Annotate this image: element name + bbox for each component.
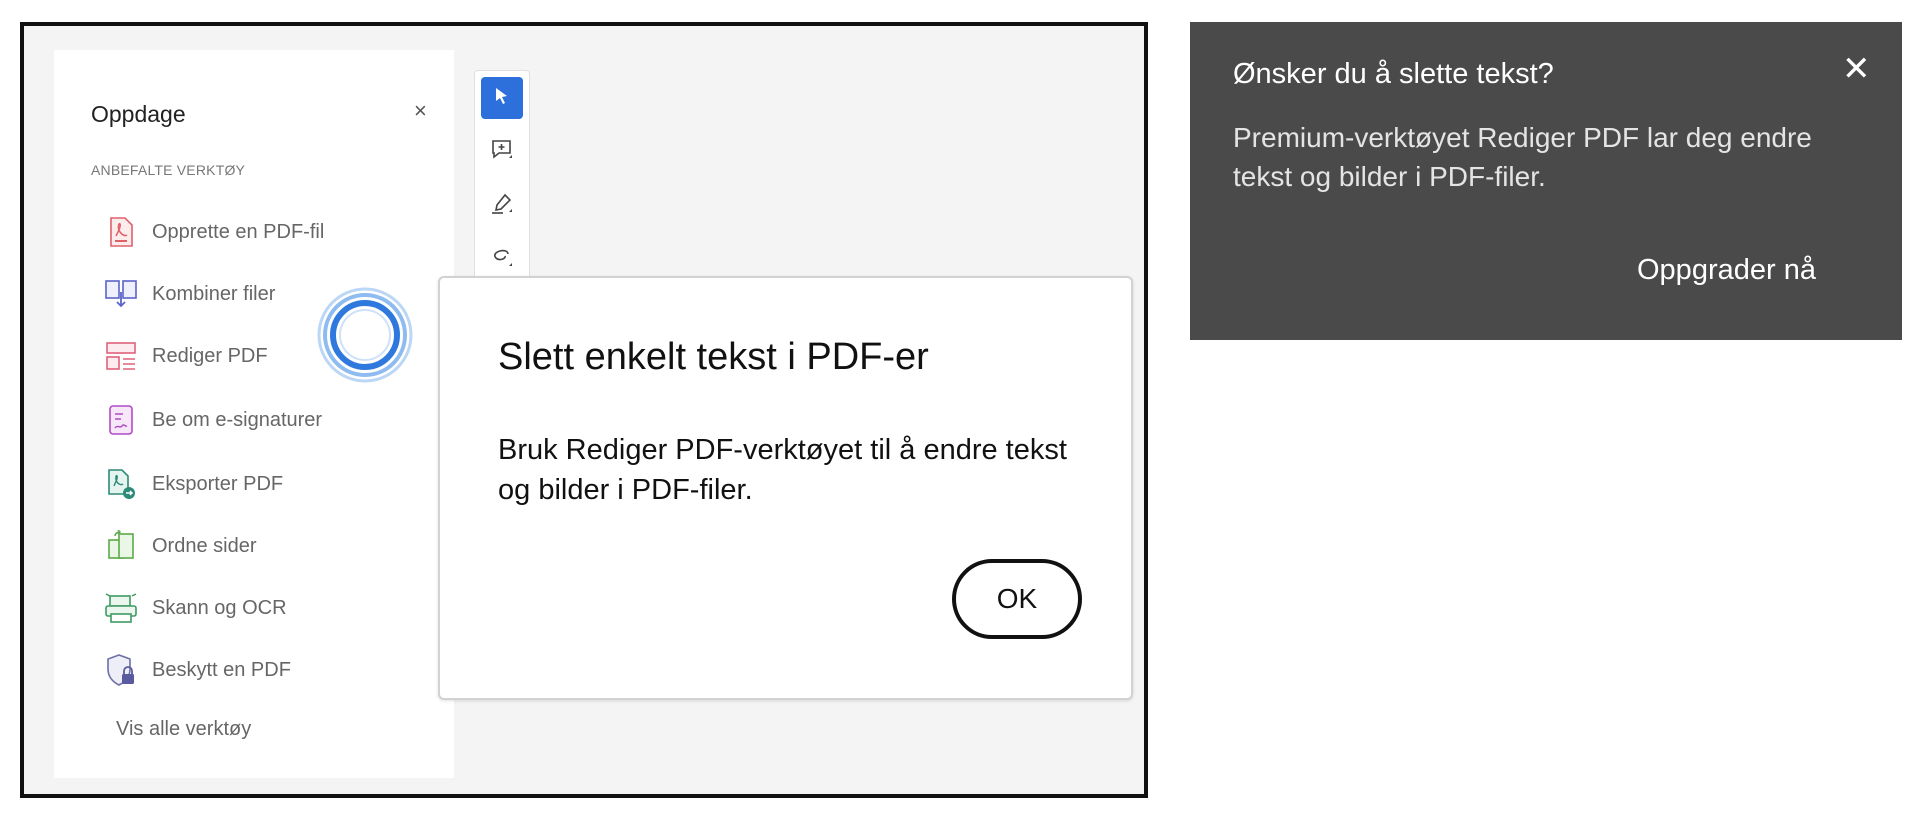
edit-pdf-icon — [104, 339, 138, 373]
select-tool-button[interactable] — [481, 77, 523, 119]
combine-files-icon — [104, 277, 138, 311]
create-pdf-icon — [104, 215, 138, 249]
feature-dialog: Slett enkelt tekst i PDF-er Bruk Rediger… — [438, 276, 1133, 700]
ok-button[interactable]: OK — [952, 559, 1082, 639]
tool-scan-ocr[interactable]: Skann og OCR — [104, 586, 424, 630]
draw-lasso-icon — [490, 246, 514, 275]
upgrade-tooltip: Ønsker du å slette tekst? ✕ Premium-verk… — [1190, 22, 1902, 340]
dialog-title: Slett enkelt tekst i PDF-er — [498, 336, 929, 378]
app-window: Oppdage × ANBEFALTE VERKTØY Opprette en … — [20, 22, 1148, 798]
tooltip-close-button[interactable]: ✕ — [1842, 52, 1871, 86]
tooltip-title: Ønsker du å slette tekst? — [1233, 58, 1554, 90]
tool-label: Kombiner filer — [152, 282, 276, 305]
discover-panel: Oppdage × ANBEFALTE VERKTØY Opprette en … — [54, 50, 454, 778]
panel-close-button[interactable]: × — [414, 98, 427, 124]
tool-organize-pages[interactable]: Ordne sider — [104, 524, 424, 568]
tool-label: Be om e-signaturer — [152, 408, 323, 431]
tool-label: Ordne sider — [152, 534, 257, 557]
draw-tool-button[interactable] — [481, 239, 523, 281]
tool-label: Opprette en PDF-fil — [152, 220, 325, 243]
upgrade-now-link[interactable]: Oppgrader nå — [1637, 254, 1816, 287]
click-ripple-indicator — [317, 287, 413, 383]
tool-export-pdf[interactable]: Eksporter PDF — [104, 462, 424, 506]
highlight-tool-button[interactable] — [481, 185, 523, 227]
add-comment-icon — [490, 138, 514, 167]
tool-request-signatures[interactable]: Be om e-signaturer — [104, 398, 424, 442]
tool-label: Skann og OCR — [152, 596, 287, 619]
tool-create-pdf[interactable]: Opprette en PDF-fil — [104, 210, 424, 254]
panel-title: Oppdage — [91, 101, 186, 127]
tool-label: Beskytt en PDF — [152, 658, 291, 681]
tool-protect-pdf[interactable]: Beskytt en PDF — [104, 648, 424, 692]
tool-label: Eksporter PDF — [152, 472, 284, 495]
scan-ocr-icon — [104, 591, 138, 625]
request-signatures-icon — [104, 403, 138, 437]
select-cursor-icon — [491, 85, 513, 112]
organize-pages-icon — [104, 529, 138, 563]
highlight-pen-icon — [490, 192, 514, 221]
dialog-body: Bruk Rediger PDF-verktøyet til å endre t… — [498, 434, 1067, 506]
tooltip-body: Premium-verktøyet Rediger PDF lar deg en… — [1233, 122, 1812, 192]
tool-label: Rediger PDF — [152, 344, 268, 367]
section-heading: ANBEFALTE VERKTØY — [91, 162, 246, 178]
export-pdf-icon — [104, 467, 138, 501]
protect-pdf-icon — [104, 653, 138, 687]
show-all-tools-link[interactable]: Vis alle verktøy — [116, 718, 251, 741]
add-comment-button[interactable] — [481, 131, 523, 173]
